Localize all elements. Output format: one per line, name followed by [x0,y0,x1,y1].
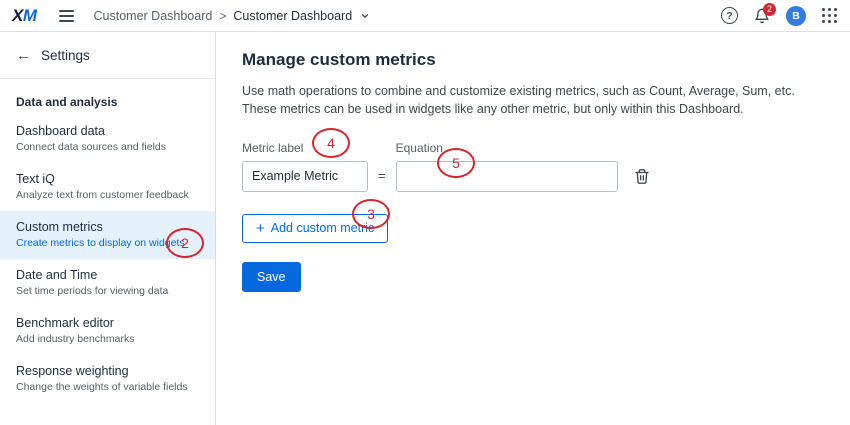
equation-field: Equation [396,141,618,192]
sidebar-item-desc: Change the weights of variable fields [16,381,199,393]
logo-x: X [12,6,23,25]
metric-label-caption: Metric label [242,141,368,155]
save-button[interactable]: Save [242,262,301,292]
logo-m: M [23,6,37,25]
add-custom-metric-button[interactable]: + Add custom metric [242,214,388,243]
apps-grid-icon[interactable] [822,8,838,24]
add-custom-metric-label: Add custom metric [271,221,375,235]
avatar[interactable]: B [786,6,806,26]
sidebar-item-desc: Add industry benchmarks [16,333,199,345]
settings-back-label: Settings [41,48,90,63]
breadcrumb-item-dashboard[interactable]: Customer Dashboard [233,9,352,23]
sidebar-item-desc: Create metrics to display on widgets [16,237,199,249]
delete-metric-button[interactable] [634,168,650,185]
breadcrumb-separator: > [219,9,226,23]
main-content: Manage custom metrics Use math operation… [216,32,850,425]
topbar-actions: ? 2 B [721,6,838,26]
sidebar-item-desc: Connect data sources and fields [16,141,199,153]
notification-badge: 2 [763,3,776,16]
sidebar-section-title: Data and analysis [0,79,215,115]
metric-label-input[interactable] [242,161,368,192]
xm-logo[interactable]: XM [12,6,37,26]
sidebar-item-text-iq[interactable]: Text iQ Analyze text from customer feedb… [0,163,215,211]
metric-label-field: Metric label [242,141,368,192]
breadcrumb-item-project[interactable]: Customer Dashboard [94,9,213,23]
sidebar-item-label: Custom metrics [16,220,199,234]
equation-caption: Equation [396,141,618,155]
sidebar-item-custom-metrics[interactable]: Custom metrics Create metrics to display… [0,211,215,259]
sidebar-item-dashboard-data[interactable]: Dashboard data Connect data sources and … [0,115,215,163]
sidebar-item-label: Response weighting [16,364,199,378]
sidebar-item-label: Text iQ [16,172,199,186]
settings-sidebar: ← Settings Data and analysis Dashboard d… [0,32,216,425]
equals-sign: = [378,168,386,183]
topbar: XM Customer Dashboard > Customer Dashboa… [0,0,850,32]
app-window: XM Customer Dashboard > Customer Dashboa… [0,0,850,425]
back-arrow-icon: ← [16,47,31,64]
settings-back[interactable]: ← Settings [0,32,215,79]
sidebar-item-response-weighting[interactable]: Response weighting Change the weights of… [0,355,215,403]
help-icon[interactable]: ? [721,7,738,24]
sidebar-item-label: Date and Time [16,268,199,282]
sidebar-item-desc: Set time periods for viewing data [16,285,199,297]
menu-icon[interactable] [55,6,78,26]
sidebar-item-label: Dashboard data [16,124,199,138]
plus-icon: + [256,221,265,236]
chevron-down-icon[interactable] [360,11,370,21]
custom-metric-row: Metric label = Equation [242,141,824,192]
sidebar-item-date-and-time[interactable]: Date and Time Set time periods for viewi… [0,259,215,307]
page-description: Use math operations to combine and custo… [242,83,820,119]
sidebar-item-label: Benchmark editor [16,316,199,330]
page-title: Manage custom metrics [242,50,824,70]
sidebar-item-desc: Analyze text from customer feedback [16,189,199,201]
equation-input[interactable] [396,161,618,192]
breadcrumb: Customer Dashboard > Customer Dashboard [94,9,371,23]
sidebar-item-benchmark-editor[interactable]: Benchmark editor Add industry benchmarks [0,307,215,355]
notifications-bell-icon[interactable]: 2 [754,8,770,24]
